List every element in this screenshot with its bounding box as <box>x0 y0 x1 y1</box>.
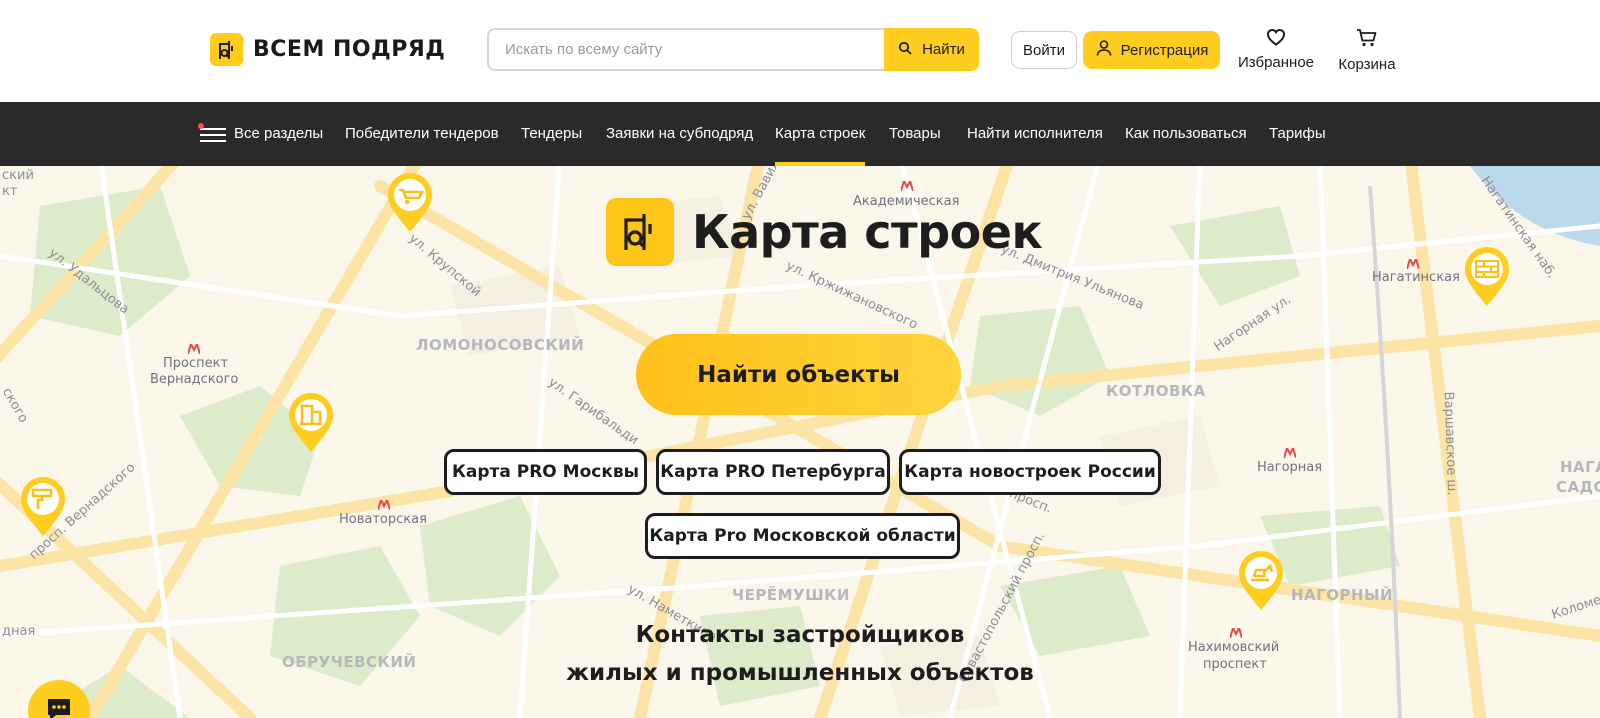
district-label: НАГОРНЫЙ <box>1291 586 1394 604</box>
district-label: ЛОМОНОСОВСКИЙ <box>416 336 585 354</box>
district-label: НАГА <box>1560 458 1600 476</box>
find-objects-button[interactable]: Найти объекты <box>636 334 961 415</box>
site-logo[interactable]: ВСЕМ ПОДРЯД <box>210 32 445 67</box>
map-pro-moscow-button[interactable]: Карта PRO Москвы <box>444 449 647 495</box>
register-button-label: Регистрация <box>1120 41 1209 59</box>
excavator-icon[interactable] <box>1236 550 1286 612</box>
chat-icon <box>45 696 73 718</box>
menu-icon[interactable] <box>198 123 226 144</box>
main-nav: Все разделы Победители тендеров Тендеры … <box>0 102 1600 166</box>
page-title-text: Карта строек <box>692 205 1043 259</box>
metro-station-label: Новаторская <box>339 512 427 527</box>
favorites-label: Избранное <box>1237 54 1315 71</box>
nav-tariffs[interactable]: Тарифы <box>1269 102 1326 166</box>
brick-wall-icon[interactable] <box>1462 246 1512 308</box>
nav-tender-winners[interactable]: Победители тендеров <box>345 102 499 166</box>
metro-icon <box>378 500 390 510</box>
map-new-buildings-russia-button[interactable]: Карта новостроек России <box>899 449 1161 495</box>
cart-label: Корзина <box>1338 56 1396 73</box>
search-button[interactable]: Найти <box>884 28 979 71</box>
district-label: ОБРУЧЕВСКИЙ <box>282 653 417 671</box>
metro-icon <box>188 344 200 354</box>
nav-construction-map[interactable]: Карта строек <box>775 102 866 166</box>
site-search: Найти <box>487 28 979 71</box>
metro-station-label: Вернадского <box>150 372 239 387</box>
metro-station-label: проспект <box>1203 657 1267 672</box>
register-button[interactable]: Регистрация <box>1083 31 1220 69</box>
metro-station-label: Проспект <box>163 356 229 371</box>
street-label: дная <box>2 624 36 639</box>
district-label: КОТЛОВКА <box>1106 382 1206 400</box>
user-icon <box>1095 39 1113 61</box>
favorites-link[interactable]: Избранное <box>1236 28 1316 71</box>
metro-icon <box>1230 628 1242 638</box>
nav-subcontract-requests[interactable]: Заявки на субподряд <box>606 102 753 166</box>
nav-all-sections[interactable]: Все разделы <box>234 102 323 166</box>
search-input[interactable] <box>487 28 884 71</box>
logo-mark-icon <box>210 33 243 66</box>
metro-station-label: Нагатинская <box>1372 270 1460 285</box>
contacts-heading-line: жилых и промышленных объектов <box>566 660 1034 686</box>
street-label: кт <box>2 184 18 199</box>
contacts-heading-line: Контакты застройщиков <box>635 622 965 648</box>
map-pro-moscow-region-button[interactable]: Карта Pro Московской области <box>645 513 960 559</box>
page-title: Карта строек <box>606 198 1043 266</box>
cart-link[interactable]: Корзина <box>1337 28 1397 73</box>
logo-text: ВСЕМ ПОДРЯД <box>253 37 446 62</box>
metro-icon <box>1407 259 1419 269</box>
cart-icon <box>1356 28 1378 52</box>
nav-how-to-use[interactable]: Как пользоваться <box>1125 102 1247 166</box>
heart-icon <box>1266 28 1286 50</box>
district-label: САДО <box>1556 478 1600 496</box>
metro-icon <box>901 181 913 191</box>
map-pro-petersburg-button[interactable]: Карта PRO Петербурга <box>656 449 890 495</box>
building-icon[interactable] <box>286 392 336 454</box>
metro-station-label: Нахимовский <box>1188 640 1280 655</box>
street-label: ский <box>2 168 34 183</box>
nav-find-contractor[interactable]: Найти исполнителя <box>967 102 1103 166</box>
search-icon <box>898 41 912 59</box>
search-button-label: Найти <box>922 41 965 58</box>
login-button[interactable]: Войти <box>1011 31 1077 69</box>
nav-goods[interactable]: Товары <box>889 102 941 166</box>
site-header: ВСЕМ ПОДРЯД Найти Войти Регистрация Избр… <box>0 0 1600 102</box>
contacts-heading: Контакты застройщиков жилых и промышленн… <box>540 616 1060 692</box>
paint-roller-icon[interactable] <box>18 476 68 538</box>
district-label: ЧЕРЁМУШКИ <box>732 586 850 604</box>
metro-icon <box>1284 448 1296 458</box>
metro-station-label: Нагорная <box>1257 460 1323 475</box>
nav-tenders[interactable]: Тендеры <box>521 102 582 166</box>
construction-map[interactable]: ЛОМОНОСОВСКИЙ КОТЛОВКА ЧЕРЁМУШКИ НАГОРНЫ… <box>0 166 1600 718</box>
wheelbarrow-icon[interactable] <box>385 172 435 234</box>
notification-dot <box>198 123 204 129</box>
construction-map-logo-icon <box>606 198 674 266</box>
